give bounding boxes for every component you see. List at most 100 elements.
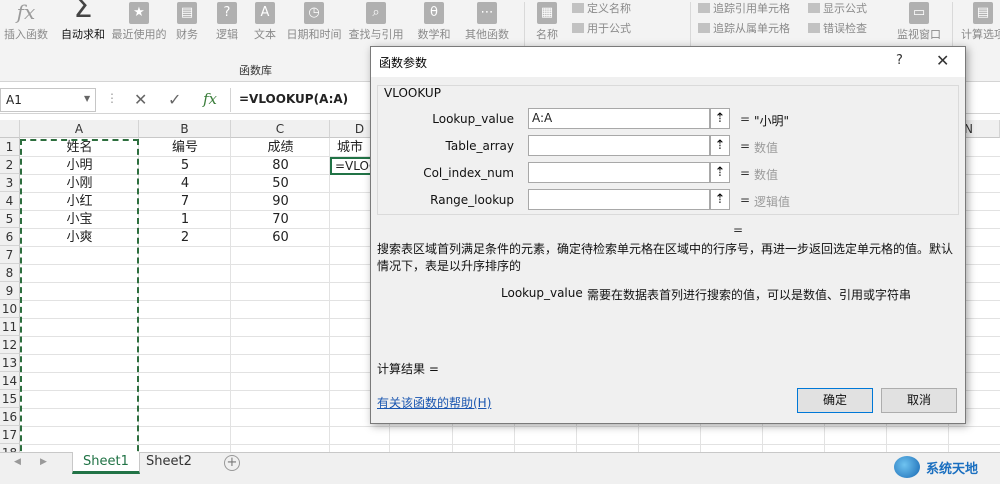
trace-precedents-item[interactable]: 追踪引用单元格 (698, 0, 790, 16)
cell-c2[interactable]: 80 (231, 157, 330, 174)
calc-options-icon: ▤ (973, 2, 993, 24)
function-arguments-dialog: 函数参数 ? ✕ VLOOKUP Lookup_value A:A ⇡ = "小… (370, 46, 966, 424)
autosum-label: 自动求和 (61, 28, 105, 41)
cancel-icon[interactable]: ✕ (134, 90, 147, 109)
arg-label-table-array: Table_array (445, 139, 515, 153)
cell-b5[interactable]: 1 (139, 211, 231, 228)
arg-equals: = (740, 166, 751, 180)
arg-result-lookup-value: "小明" (754, 114, 790, 128)
collapse-dialog-icon[interactable]: ⇡ (710, 162, 730, 183)
use-in-formula-item[interactable]: 用于公式 (572, 20, 631, 36)
cell-c1[interactable]: 成绩 (231, 139, 330, 156)
cell-b6[interactable]: 2 (139, 229, 231, 246)
column-header-b[interactable]: B (139, 120, 231, 138)
ok-button[interactable]: 确定 (797, 388, 873, 413)
row-header[interactable]: 11 (0, 318, 20, 336)
watch-window-label: 监视窗口 (897, 28, 941, 41)
row-header[interactable]: 12 (0, 336, 20, 354)
table-array-input[interactable] (528, 135, 710, 156)
cell-c6[interactable]: 60 (231, 229, 330, 246)
chevron-down-icon[interactable]: ▼ (84, 94, 90, 103)
previous-sheet-icon[interactable]: ◀ (14, 457, 21, 467)
autosum-button[interactable]: Σ 自动求和 (56, 0, 110, 60)
recently-used-button[interactable]: ★ 最近使用的 (108, 0, 170, 60)
logical-button[interactable]: ? 逻辑 (212, 0, 242, 60)
sheet-tab-sheet1[interactable]: Sheet1 (72, 452, 140, 474)
more-icon: ⋯ (477, 2, 497, 24)
help-icon[interactable]: ? (896, 53, 903, 68)
next-sheet-icon[interactable]: ▶ (40, 457, 47, 467)
collapse-dialog-icon[interactable]: ⇡ (710, 108, 730, 129)
collapse-dialog-icon[interactable]: ⇡ (710, 189, 730, 210)
dialog-titlebar[interactable]: 函数参数 ? ✕ (371, 47, 965, 77)
name-box[interactable]: A1 (0, 88, 96, 112)
arg-label-lookup-value: Lookup_value (432, 112, 514, 126)
cell-b2[interactable]: 5 (139, 157, 231, 174)
col-index-num-input[interactable] (528, 162, 710, 183)
financial-button[interactable]: ▤ 财务 (172, 0, 202, 60)
calc-options-label: 计算选项 (961, 28, 1000, 41)
text-a-icon: A (255, 2, 275, 24)
row-header[interactable]: 16 (0, 408, 20, 426)
cell-d1[interactable]: 城市 (330, 139, 370, 156)
column-header-c[interactable]: C (231, 120, 330, 138)
insert-function-button[interactable]: fx 插入函数 (2, 0, 50, 60)
row-header[interactable]: 10 (0, 300, 20, 318)
row-header[interactable]: 9 (0, 282, 20, 300)
status-bar (0, 474, 1000, 484)
date-time-button[interactable]: ◷ 日期和时间 (284, 0, 344, 60)
insert-function-label: 插入函数 (4, 28, 48, 41)
row-header[interactable]: 14 (0, 372, 20, 390)
row-header[interactable]: 13 (0, 354, 20, 372)
close-icon[interactable]: ✕ (936, 51, 949, 70)
row-header[interactable]: 2 (0, 156, 20, 174)
financial-icon: ▤ (177, 2, 197, 24)
star-icon: ★ (129, 2, 149, 24)
cell-c3[interactable]: 50 (231, 175, 330, 192)
row-header[interactable]: 1 (0, 138, 20, 156)
check-icon[interactable]: ✓ (168, 90, 181, 109)
recently-used-label: 最近使用的 (111, 28, 167, 41)
function-help-link[interactable]: 有关该函数的帮助(H) (377, 394, 491, 411)
insert-function-fx-icon[interactable]: fx (203, 90, 217, 108)
name-manager-label: 名称 (536, 28, 558, 41)
cell-c4[interactable]: 90 (231, 193, 330, 210)
active-cell-d2[interactable]: =VLOOKUP(A:A) (330, 157, 374, 175)
text-button[interactable]: A 文本 (250, 0, 280, 60)
show-formulas-item[interactable]: 显示公式 (808, 0, 867, 16)
row-header[interactable]: 3 (0, 174, 20, 192)
lookup-value-input[interactable]: A:A (528, 108, 710, 129)
trace-dependents-item[interactable]: 追踪从属单元格 (698, 20, 790, 36)
theta-icon: θ (424, 2, 444, 24)
use-in-formula-icon (572, 23, 584, 33)
define-name-item[interactable]: 定义名称 (572, 0, 631, 16)
watermark: 系统天地 (890, 452, 1000, 482)
cancel-button[interactable]: 取消 (881, 388, 957, 413)
cell-b1[interactable]: 编号 (139, 139, 231, 156)
row-header[interactable]: 7 (0, 246, 20, 264)
column-header-a[interactable]: A (20, 120, 139, 138)
cell-c5[interactable]: 70 (231, 211, 330, 228)
sheet-tab-sheet2[interactable]: Sheet2 (136, 452, 202, 474)
fx-icon: fx (16, 0, 36, 24)
sigma-icon: Σ (73, 0, 93, 25)
financial-label: 财务 (176, 28, 198, 41)
range-lookup-input[interactable] (528, 189, 710, 210)
row-header[interactable]: 5 (0, 210, 20, 228)
date-time-label: 日期和时间 (286, 28, 342, 41)
row-header[interactable]: 6 (0, 228, 20, 246)
add-sheet-button[interactable]: + (224, 455, 240, 471)
select-all-corner[interactable] (0, 120, 20, 138)
cell-b4[interactable]: 7 (139, 193, 231, 210)
cell-b3[interactable]: 4 (139, 175, 231, 192)
show-formulas-icon (808, 3, 820, 13)
row-header[interactable]: 17 (0, 426, 20, 444)
collapse-dialog-icon[interactable]: ⇡ (710, 135, 730, 156)
arg-equals: = (740, 112, 751, 126)
error-checking-item[interactable]: 错误检查 (808, 20, 867, 36)
row-header[interactable]: 8 (0, 264, 20, 282)
function-description: 搜索表区域首列满足条件的元素，确定待检索单元格在区域中的行序号，再进一步返回选定… (377, 242, 954, 273)
formula-result-equals: = (733, 223, 744, 237)
row-header[interactable]: 15 (0, 390, 20, 408)
row-header[interactable]: 4 (0, 192, 20, 210)
